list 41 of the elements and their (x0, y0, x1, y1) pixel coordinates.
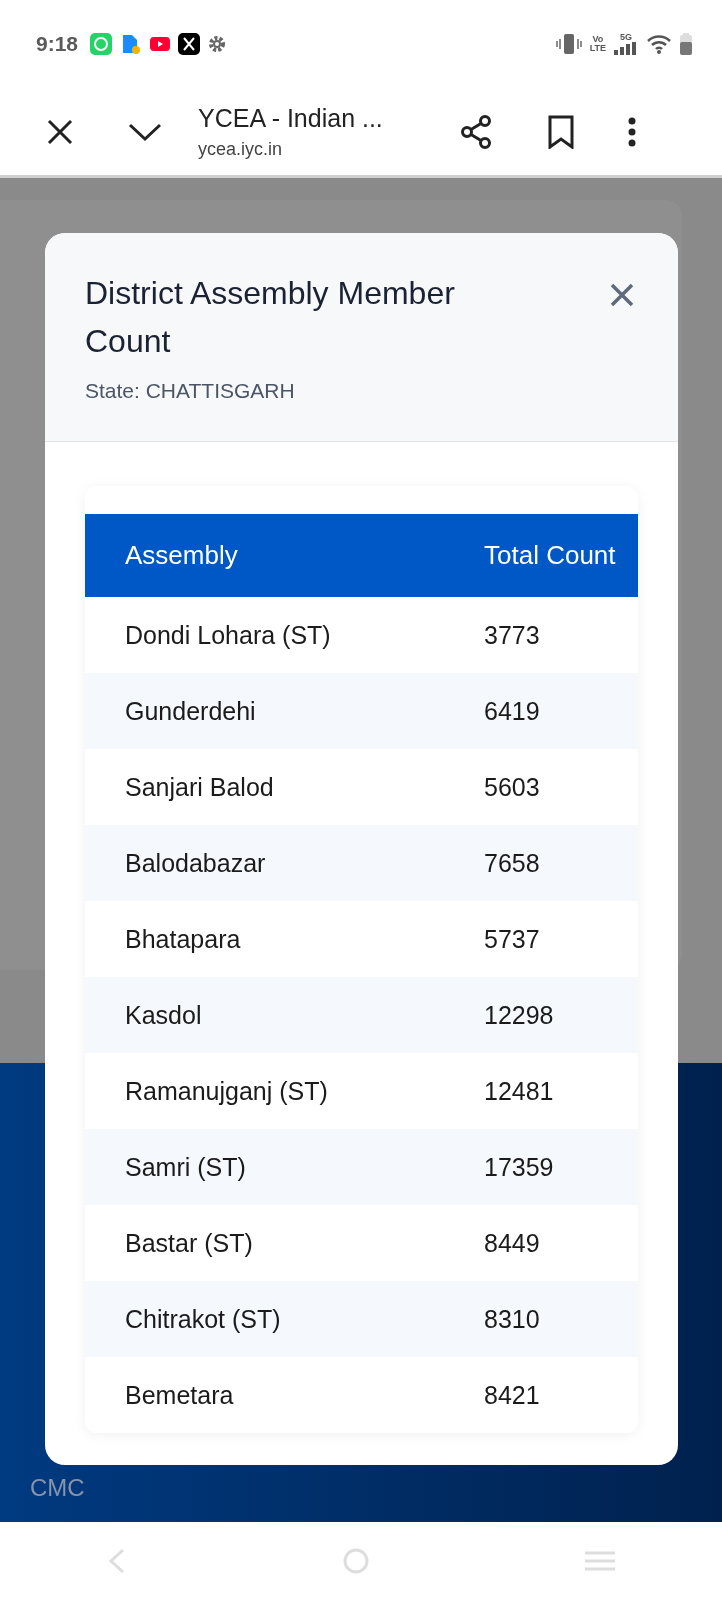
document-app-icon (120, 33, 143, 55)
modal-title: District Assembly Member Count (85, 274, 456, 361)
column-header: Assembly (124, 540, 239, 571)
table-cell-text: Sanjari Balod (124, 772, 275, 802)
page-url: ycea.iyc.in (198, 138, 284, 160)
network-label: LTE (589, 44, 606, 53)
table-cell-text: 8449 (483, 1228, 541, 1258)
table-cell-text: 8421 (483, 1380, 541, 1410)
signal-icon (614, 42, 638, 55)
table-cell-text: Gunderdehi (124, 696, 257, 726)
table-cell-text: 8310 (483, 1304, 541, 1334)
table-cell-text: Kasdol (124, 1000, 203, 1030)
table-cell-text: 17359 (483, 1152, 555, 1182)
modal-subtitle: State: CHATTISGARH (85, 379, 296, 403)
x-app-icon (178, 33, 201, 55)
table-cell-text: 12298 (483, 1000, 555, 1030)
table-cell-text: Bastar (ST) (124, 1228, 254, 1258)
network-type: 5G (620, 33, 632, 42)
page-title: YCEA - Indian ... (198, 103, 384, 133)
wifi-icon (646, 33, 672, 55)
table-cell-text: Chitrakot (ST) (124, 1304, 282, 1334)
table-cell-text: 6419 (483, 696, 541, 726)
settings-icon (208, 35, 227, 53)
table-cell-text: Ramanujganj (ST) (124, 1076, 329, 1106)
table-cell-text: 7658 (483, 848, 541, 878)
table-cell-text: Samri (ST) (124, 1152, 247, 1182)
vibrate-icon (555, 33, 582, 55)
table-cell-text: Dondi Lohara (ST) (124, 620, 332, 650)
table-cell-text: Balodabazar (124, 848, 267, 878)
status-time: 9:18 (36, 32, 79, 56)
table-cell-text: Bhatapara (124, 924, 242, 954)
table-cell-text: 3773 (483, 620, 541, 650)
video-app-icon (150, 37, 171, 51)
table-cell-text: 5603 (483, 772, 541, 802)
table-cell-text: 12481 (483, 1076, 555, 1106)
battery-icon (680, 33, 692, 55)
chat-app-icon (90, 33, 113, 55)
network-label: Vo (592, 35, 604, 44)
table-cell-text: 5737 (483, 924, 541, 954)
column-header: Total Count (483, 540, 617, 571)
table-cell-text: Bemetara (124, 1380, 235, 1410)
